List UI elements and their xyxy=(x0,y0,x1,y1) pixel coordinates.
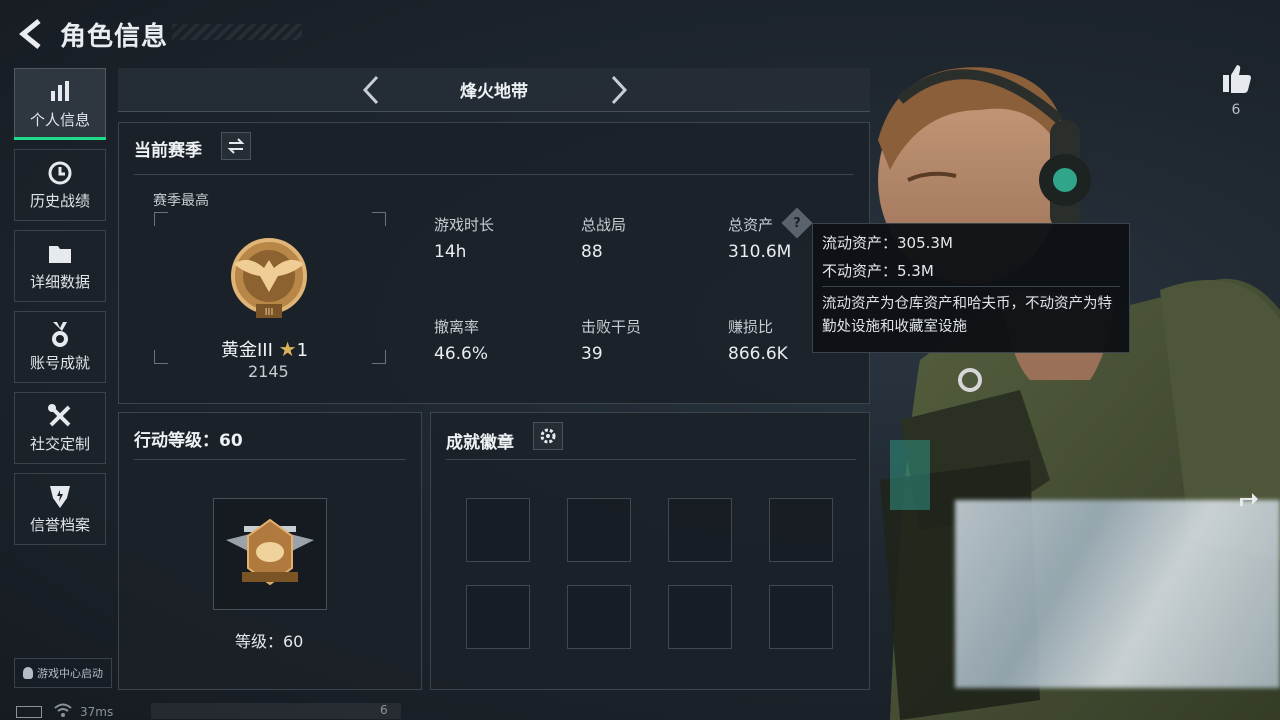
stat-value-profit-loss-ratio: 866.6K xyxy=(728,344,788,364)
liquid-assets-text: 流动资产：305.3M xyxy=(822,234,953,252)
status-placeholder-bar xyxy=(151,703,401,719)
chevron-left-icon xyxy=(362,75,379,105)
action-level-title: 行动等级：60 xyxy=(134,431,243,451)
wifi-icon xyxy=(54,703,72,720)
stat-value-extract-rate: 46.6% xyxy=(434,344,489,364)
badge-slot[interactable] xyxy=(668,498,732,562)
current-season-title: 当前赛季 xyxy=(134,141,202,161)
thumbs-up-icon xyxy=(1223,65,1251,93)
sidebar-item-credit[interactable]: 信誉档案 xyxy=(14,473,106,545)
page-title: 角色信息 xyxy=(60,21,169,52)
helicopter-level-badge-icon xyxy=(226,518,314,586)
stat-label-operators-defeated: 击败干员 xyxy=(581,318,642,336)
badge-slot[interactable] xyxy=(668,585,732,649)
star-icon: ★ xyxy=(278,337,297,361)
assets-description: 流动资产为仓库资产和哈夫币，不动资产为特勤处设施和收藏室设施 xyxy=(822,296,1112,335)
sidebar-item-social[interactable]: 社交定制 xyxy=(14,392,106,464)
chevron-right-icon xyxy=(611,75,628,105)
qq-icon xyxy=(23,667,33,679)
mode-next-button[interactable] xyxy=(604,74,634,106)
frame-corner xyxy=(154,212,168,226)
status-bar: 37ms 6 xyxy=(16,703,401,720)
assets-tooltip: 流动资产：305.3M 不动资产：5.3M 流动资产为仓库资产和哈夫币，不动资产… xyxy=(812,223,1130,353)
mode-title: 烽火地带 xyxy=(460,82,528,102)
mode-prev-button[interactable] xyxy=(356,74,386,106)
swap-icon xyxy=(227,138,245,154)
achievements-settings-button[interactable] xyxy=(533,422,563,450)
frame-corner xyxy=(154,350,168,364)
blurred-region xyxy=(955,500,1280,688)
sidebar-item-details[interactable]: 详细数据 xyxy=(14,230,106,302)
shield-icon xyxy=(47,484,73,510)
tooltip-divider xyxy=(822,286,1120,287)
sidebar-item-achievements[interactable]: 账号成就 xyxy=(14,311,106,383)
status-count: 6 xyxy=(380,703,388,717)
stat-value-operators-defeated: 39 xyxy=(581,344,603,364)
frame-corner xyxy=(372,350,386,364)
season-switch-button[interactable] xyxy=(221,132,251,160)
game-center-label: 游戏中心启动 xyxy=(37,667,103,680)
badge-slot[interactable] xyxy=(466,585,530,649)
stat-label-profit-loss-ratio: 赚损比 xyxy=(728,318,774,336)
sidebar-item-label: 详细数据 xyxy=(29,272,90,291)
badge-slot[interactable] xyxy=(567,498,631,562)
stat-label-total-assets: 总资产 xyxy=(728,216,774,234)
stat-label-extract-rate: 撤离率 xyxy=(434,318,480,336)
sidebar-item-label: 社交定制 xyxy=(29,434,90,453)
sidebar: 个人信息 历史战绩 详细数据 账号成就 社交定制 信誉档案 xyxy=(14,68,106,554)
level-label: 等级：60 xyxy=(235,632,304,651)
season-divider xyxy=(134,174,854,175)
like-count: 6 xyxy=(1231,102,1241,118)
medal-icon xyxy=(47,321,73,348)
header: 角色信息 xyxy=(14,14,168,54)
game-center-launch-button[interactable]: 游戏中心启动 xyxy=(14,658,112,688)
sidebar-item-label: 账号成就 xyxy=(29,353,90,372)
mode-selector: 烽火地带 xyxy=(118,68,870,112)
sidebar-item-label: 信誉档案 xyxy=(29,515,90,534)
share-icon[interactable] xyxy=(1238,490,1260,508)
frame-corner xyxy=(372,212,386,226)
badge-slot[interactable] xyxy=(466,498,530,562)
like-button[interactable]: 6 xyxy=(1212,62,1260,118)
stat-value-total-assets: 310.6M xyxy=(728,242,792,262)
gear-icon xyxy=(540,428,556,444)
svg-text:III: III xyxy=(265,307,274,318)
badge-slot[interactable] xyxy=(769,585,833,649)
achievements-title: 成就徽章 xyxy=(446,433,514,453)
gold-rank-badge-icon: III xyxy=(231,238,307,318)
ping-value: 37ms xyxy=(80,704,114,719)
badge-slot[interactable] xyxy=(769,498,833,562)
rank-name-row: 黄金III ★1 xyxy=(221,336,308,362)
back-button[interactable] xyxy=(14,16,48,52)
clock-icon xyxy=(47,160,73,186)
achievements-divider xyxy=(446,459,856,460)
sidebar-item-label: 个人信息 xyxy=(29,110,90,129)
rank-name: 黄金III xyxy=(221,340,273,361)
sidebar-item-history[interactable]: 历史战绩 xyxy=(14,149,106,221)
tools-icon xyxy=(47,403,73,429)
rank-star-count: 1 xyxy=(296,340,309,361)
badge-slot[interactable] xyxy=(567,585,631,649)
action-level-divider xyxy=(134,459,406,460)
sidebar-item-personal-info[interactable]: 个人信息 xyxy=(14,68,106,140)
battery-icon xyxy=(16,705,42,718)
stat-label-play-time: 游戏时长 xyxy=(434,216,495,234)
stat-value-total-matches: 88 xyxy=(581,242,603,262)
folder-icon xyxy=(47,241,73,267)
rank-points: 2145 xyxy=(248,362,289,381)
fixed-assets-text: 不动资产：5.3M xyxy=(822,262,934,280)
stat-label-total-matches: 总战局 xyxy=(581,216,627,234)
question-icon: ? xyxy=(793,215,801,231)
assets-help-button[interactable]: ? xyxy=(781,207,813,239)
title-stripe-decoration xyxy=(172,24,302,40)
sidebar-item-label: 历史战绩 xyxy=(29,191,90,210)
stat-value-play-time: 14h xyxy=(434,242,467,262)
bar-chart-icon xyxy=(47,79,73,105)
back-arrow-icon xyxy=(19,19,41,49)
season-best-label: 赛季最高 xyxy=(153,193,209,209)
